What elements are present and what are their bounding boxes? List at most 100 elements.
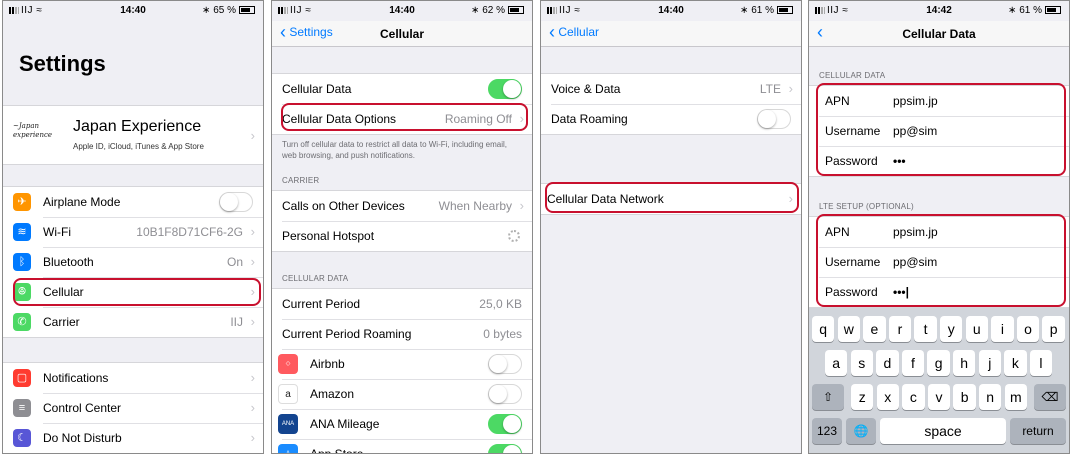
key-h[interactable]: h — [953, 350, 976, 376]
key-n[interactable]: n — [979, 384, 1002, 410]
settings-item-value: IIJ — [230, 315, 243, 329]
return-key[interactable]: return — [1010, 418, 1066, 444]
key-r[interactable]: r — [888, 316, 912, 342]
key-c[interactable]: c — [902, 384, 925, 410]
carrier-section-header: CARRIER — [282, 176, 320, 185]
app-row-airbnb: ◇ Airbnb — [272, 349, 532, 379]
app-cellular-toggle[interactable] — [488, 414, 522, 434]
key-g[interactable]: g — [927, 350, 950, 376]
status-bar: IIJ ︎≈ 14:40 ∗ 65 % — [3, 1, 263, 21]
hotspot-label: Personal Hotspot — [282, 229, 375, 243]
key-j[interactable]: j — [978, 350, 1001, 376]
phone-icon: ✆ — [13, 313, 31, 331]
space-key[interactable]: space — [880, 418, 1006, 444]
data-roaming-row: Data Roaming — [541, 104, 801, 134]
airplane-mode-toggle[interactable] — [219, 192, 253, 212]
settings-screen: IIJ ︎≈ 14:40 ∗ 65 % Settings ~Japan exper… — [2, 0, 264, 454]
chevron-right-icon: › — [250, 254, 255, 269]
app-cellular-toggle[interactable] — [488, 384, 522, 404]
period-value: 25,0 KB — [479, 297, 522, 311]
moon-icon: ☾ — [13, 429, 31, 447]
chevron-right-icon: › — [250, 370, 255, 385]
calls-other-devices-row[interactable]: Calls on Other Devices When Nearby › — [272, 191, 532, 221]
chevron-right-icon: › — [519, 198, 524, 213]
app-store-icon: A — [278, 444, 298, 453]
cellular-data-toggle[interactable] — [488, 79, 522, 99]
key-z[interactable]: z — [851, 384, 874, 410]
battery-indicator: ∗ 61 % — [740, 5, 793, 16]
chevron-right-icon: › — [250, 224, 255, 239]
key-v[interactable]: v — [927, 384, 951, 410]
back-button[interactable]: ‹ Cellular — [549, 22, 599, 42]
app-row-amazon: a Amazon — [272, 379, 532, 409]
amazon-icon: a — [278, 384, 298, 404]
data-roaming-toggle[interactable] — [757, 109, 791, 129]
key-x[interactable]: x — [876, 384, 899, 410]
cellular-data-section-header: CELLULAR DATA — [282, 274, 349, 283]
settings-item-bluetooth[interactable]: ᛒ Bluetooth On › — [3, 247, 263, 277]
navigation-bar: ‹ Cellular — [541, 21, 801, 47]
settings-item-notifications[interactable]: ▢ Notifications › — [3, 363, 263, 393]
cellular-usage-group: Current Period 25,0 KB Current Period Ro… — [272, 288, 532, 453]
key-i[interactable]: i — [991, 316, 1014, 342]
chevron-left-icon: ‹ — [549, 22, 555, 42]
key-o[interactable]: o — [1016, 316, 1040, 342]
apple-id-account[interactable]: ~Japan experience Japan Experience Apple … — [3, 105, 263, 165]
shift-key[interactable]: ⇧ — [812, 384, 844, 410]
key-y[interactable]: y — [940, 316, 963, 342]
roaming-value: 0 bytes — [483, 327, 522, 341]
key-e[interactable]: e — [863, 316, 886, 342]
chevron-right-icon: › — [250, 314, 255, 329]
settings-item-do-not-disturb[interactable]: ☾ Do Not Disturb › — [3, 423, 263, 453]
page-title: Settings — [19, 51, 106, 76]
key-k[interactable]: k — [1004, 350, 1027, 376]
key-a[interactable]: a — [825, 350, 848, 376]
chevron-right-icon: › — [250, 430, 255, 445]
status-bar: IIJ ≈ 14:42 ∗ 61 % — [809, 1, 1069, 21]
cellular-data-section-header: CELLULAR DATA — [819, 71, 886, 80]
app-cellular-toggle[interactable] — [488, 444, 522, 453]
settings-item-label: Wi-Fi — [43, 225, 71, 239]
settings-item-control-center[interactable]: ≡ Control Center › — [3, 393, 263, 423]
key-w[interactable]: w — [837, 316, 860, 342]
app-row-ana-mileage: ANA ANA Mileage — [272, 409, 532, 439]
data-roaming-label: Data Roaming — [551, 112, 628, 126]
highlight-cellular — [13, 278, 261, 306]
cellular-data-row: Cellular Data — [272, 74, 532, 104]
calls-label: Calls on Other Devices — [282, 199, 405, 213]
personal-hotspot-row[interactable]: Personal Hotspot — [272, 221, 532, 251]
current-period-roaming-row: Current Period Roaming 0 bytes — [272, 319, 532, 349]
voice-data-row[interactable]: Voice & Data LTE › — [541, 74, 801, 104]
globe-key[interactable]: 🌐 — [846, 418, 876, 444]
account-logo: ~Japan experience — [13, 122, 53, 139]
key-t[interactable]: t — [914, 316, 937, 342]
settings-item-wi-fi[interactable]: ≋ Wi-Fi 10B1F8D71CF6-2G › — [3, 217, 263, 247]
wifi-icon: ≋ — [13, 223, 31, 241]
key-f[interactable]: f — [901, 350, 925, 376]
key-m[interactable]: m — [1004, 384, 1027, 410]
key-u[interactable]: u — [965, 316, 988, 342]
key-q[interactable]: q — [812, 316, 835, 342]
status-bar: IIJ ≈ 14:40 ∗ 62 % — [272, 1, 532, 21]
options-group: Voice & Data LTE › Data Roaming — [541, 73, 801, 135]
numbers-key[interactable]: 123 — [812, 418, 842, 444]
settings-group-system: ▢ Notifications › ≡ Control Center › ☾ Do Not D… — [3, 362, 263, 453]
roaming-label: Current Period Roaming — [282, 327, 412, 341]
bluetooth-icon: ᛒ — [13, 253, 31, 271]
app-row-app-store: A App Store — [272, 439, 532, 453]
key-d[interactable]: d — [876, 350, 899, 376]
key-p[interactable]: p — [1042, 316, 1065, 342]
settings-item-airplane-mode[interactable]: ✈ Airplane Mode — [3, 187, 263, 217]
airbnb-icon: ◇ — [278, 354, 298, 374]
delete-key[interactable]: ⌫ — [1034, 384, 1066, 410]
key-b[interactable]: b — [953, 384, 976, 410]
cellular-data-network-screen: IIJ ≈ 14:42 ∗ 61 % ‹ Cellular Data CELLU… — [808, 0, 1070, 454]
settings-item-carrier[interactable]: ✆ Carrier IIJ › — [3, 307, 263, 337]
key-s[interactable]: s — [850, 350, 873, 376]
key-l[interactable]: l — [1029, 350, 1053, 376]
chevron-right-icon: › — [250, 128, 255, 143]
highlight-cellular-data-fields — [816, 83, 1066, 176]
control-center-icon: ≡ — [13, 399, 31, 417]
app-cellular-toggle[interactable] — [488, 354, 522, 374]
nav-title: Cellular — [379, 27, 424, 41]
